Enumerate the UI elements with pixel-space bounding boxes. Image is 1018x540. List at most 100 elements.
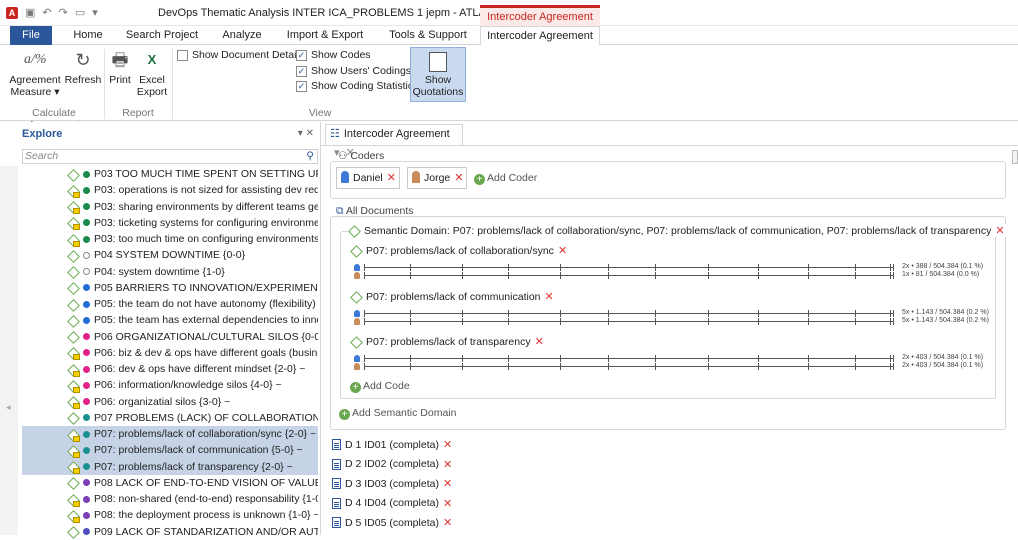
code-color-dot <box>83 511 90 519</box>
remove-icon[interactable]: ✕ <box>443 497 452 510</box>
coder-name: Daniel <box>353 172 383 184</box>
coding-statistic: 2x • 403 / 504.384 (0.1 %) <box>902 354 984 361</box>
tab-search-project[interactable]: Search Project <box>124 26 200 45</box>
explore-list-item[interactable]: P03: sharing environments by different t… <box>22 199 318 215</box>
code-header[interactable]: P07: problems/lack of transparency ✕ <box>350 335 544 349</box>
document-item[interactable]: D 3 ID03 (completa) ✕ <box>332 477 452 490</box>
explore-item-label: P04: system downtime {1-0} <box>94 265 225 278</box>
explore-list-item[interactable]: P08: the deployment process is unknown {… <box>22 507 318 523</box>
semantic-domain-header[interactable]: Semantic Domain: P07: problems/lack of c… <box>348 224 1008 237</box>
document-item[interactable]: D 2 ID02 (completa) ✕ <box>332 458 452 471</box>
explore-list-item[interactable]: P06: biz & dev & ops have different goal… <box>22 345 318 361</box>
remove-icon[interactable]: ✕ <box>443 477 452 490</box>
document-item[interactable]: D 1 ID01 (completa) ✕ <box>332 438 452 451</box>
customize-icon[interactable]: ▾ <box>92 6 98 19</box>
add-icon: + <box>350 382 361 393</box>
explore-list-item[interactable]: P04 SYSTEM DOWNTIME {0-0} <box>22 247 318 263</box>
agreement-measure-button[interactable]: a/% Agreement Measure ▾ <box>8 49 62 98</box>
tab-tools-support[interactable]: Tools & Support <box>382 26 474 45</box>
add-semantic-domain-button[interactable]: + Add Semantic Domain <box>339 407 456 420</box>
document-item[interactable]: D 4 ID04 (completa) ✕ <box>332 497 452 510</box>
explore-list-item[interactable]: P04: system downtime {1-0} <box>22 264 318 280</box>
explore-list-item[interactable]: P08: non-shared (end-to-end) responsabil… <box>22 491 318 507</box>
intercoder-icon: ☷ <box>330 128 340 140</box>
remove-icon[interactable]: ✕ <box>558 244 567 257</box>
coder-chip-daniel[interactable]: Daniel ✕ <box>336 167 400 189</box>
explore-list-item[interactable]: P07: problems/lack of collaboration/sync… <box>22 426 318 443</box>
explore-search-input[interactable]: Search ⚲ <box>22 149 318 164</box>
show-coding-statistics-checkbox[interactable]: ✓ Show Coding Statistics <box>296 80 418 92</box>
explore-list-item[interactable]: P03: ticketing systems for configuring e… <box>22 215 318 231</box>
tab-intercoder-document[interactable]: ☷ Intercoder Agreement ▾ ✕ <box>325 124 463 159</box>
coding-statistic: 2x • 388 / 504.384 (0.1 %) <box>902 263 984 270</box>
show-document-details-checkbox[interactable]: Show Document Details <box>177 49 304 61</box>
agreement-measure-label-line2: Measure <box>10 86 52 98</box>
show-coding-statistics-label: Show Coding Statistics <box>311 80 419 92</box>
tab-analyze[interactable]: Analyze <box>214 26 270 45</box>
new-icon[interactable]: ▭ <box>75 6 85 19</box>
remove-icon[interactable]: ✕ <box>545 290 554 303</box>
tab-intercoder-agreement[interactable]: Intercoder Agreement <box>480 26 600 46</box>
add-code-button[interactable]: + Add Code <box>350 380 410 393</box>
pane-menu-icon[interactable]: ▾ <box>298 128 303 139</box>
tab-file[interactable]: File <box>10 26 52 45</box>
add-coder-button[interactable]: + Add Coder <box>474 172 537 185</box>
code-header[interactable]: P07: problems/lack of communication ✕ <box>350 290 554 304</box>
user-icon <box>354 318 360 325</box>
explore-list-item[interactable]: P05 BARRIERS TO INNOVATION/EXPERIMENTATI… <box>22 280 318 296</box>
code-header[interactable]: P07: problems/lack of collaboration/sync… <box>350 244 567 258</box>
explore-item-label: P03 TOO MUCH TIME SPENT ON SETTING UP EN… <box>94 168 318 181</box>
save-icon[interactable]: ▣ <box>25 6 35 19</box>
close-icon[interactable]: ✕ <box>306 128 314 139</box>
show-quotations-button[interactable]: Show Quotations <box>410 47 466 102</box>
explore-list-item[interactable]: P08 LACK OF END-TO-END VISION OF VALUE S… <box>22 475 318 491</box>
remove-icon[interactable]: ✕ <box>454 172 463 184</box>
code-memo-icon <box>67 461 80 475</box>
undo-icon[interactable]: ↶ <box>42 6 51 19</box>
tab-import-export[interactable]: Import & Export <box>282 26 368 45</box>
document-item[interactable]: D 5 ID05 (completa) ✕ <box>332 516 452 529</box>
explore-list-item[interactable]: P03: too much time on configuring enviro… <box>22 231 318 247</box>
checkbox-unchecked-icon <box>177 49 188 61</box>
excel-export-button[interactable]: X Excel Export <box>136 49 168 98</box>
explore-list-item[interactable]: P06 ORGANIZATIONAL/CULTURAL SILOS {0-0} <box>22 329 318 345</box>
user-icon <box>412 171 420 183</box>
coder-chip-jorge[interactable]: Jorge ✕ <box>407 167 467 189</box>
remove-icon[interactable]: ✕ <box>995 224 1004 237</box>
remove-icon[interactable]: ✕ <box>535 335 544 348</box>
show-document-details-label: Show Document Details <box>192 49 305 61</box>
remove-icon[interactable]: ✕ <box>443 516 452 529</box>
redo-icon[interactable]: ↷ <box>59 6 68 19</box>
show-codes-label: Show Codes <box>311 49 371 61</box>
print-button[interactable]: 🖶 Print <box>106 49 134 86</box>
explore-list-item[interactable]: P03 TOO MUCH TIME SPENT ON SETTING UP EN… <box>22 166 318 182</box>
explore-list-item[interactable]: P06: dev & ops have different mindset {2… <box>22 361 318 377</box>
tab-home[interactable]: Home <box>64 26 112 45</box>
remove-icon[interactable]: ✕ <box>443 438 452 451</box>
scrollbar-button[interactable] <box>1012 150 1018 164</box>
refresh-button[interactable]: ↻ Refresh <box>64 49 102 86</box>
explore-list-item[interactable]: P07: problems/lack of transparency {2-0}… <box>22 458 318 475</box>
remove-icon[interactable]: ✕ <box>443 458 452 471</box>
collapse-arrow-icon: ◂ <box>6 402 11 412</box>
document-icon <box>332 439 341 450</box>
search-icon[interactable]: ⚲ <box>306 150 314 163</box>
user-icon <box>354 310 360 317</box>
document-label: D 2 ID02 (completa) <box>345 458 439 470</box>
explore-list-item[interactable]: P03: operations is not sized for assisti… <box>22 182 318 198</box>
explore-list-item[interactable]: P06: information/knowledge silos {4-0} ~ <box>22 377 318 393</box>
coding-statistic: 1x • 81 / 504.384 (0.0 %) <box>902 271 980 278</box>
explore-item-label: P09 LACK OF STANDARIZATION AND/OR AUTOMA… <box>94 525 318 538</box>
remove-icon[interactable]: ✕ <box>387 172 396 184</box>
explore-list-item[interactable]: P07: problems/lack of communication {5-0… <box>22 442 318 459</box>
collapse-gutter[interactable]: ◂ <box>0 166 18 535</box>
show-codes-checkbox[interactable]: ✓ Show Codes <box>296 49 371 61</box>
code-diamond-icon <box>67 250 78 261</box>
explore-list-item[interactable]: P09 LACK OF STANDARIZATION AND/OR AUTOMA… <box>22 524 318 540</box>
explore-list-item[interactable]: P05: the team do not have autonomy (flex… <box>22 296 318 312</box>
explore-list-item[interactable]: P06: organizatial silos {3-0} ~ <box>22 394 318 410</box>
atlas-logo-icon: A <box>6 6 18 19</box>
explore-list-item[interactable]: P07 PROBLEMS (LACK) OF COLLABORATION BET… <box>22 410 318 426</box>
show-users-codings-checkbox[interactable]: ✓ Show Users' Codings <box>296 65 411 77</box>
explore-list-item[interactable]: P05: the team has external dependencies … <box>22 312 318 328</box>
